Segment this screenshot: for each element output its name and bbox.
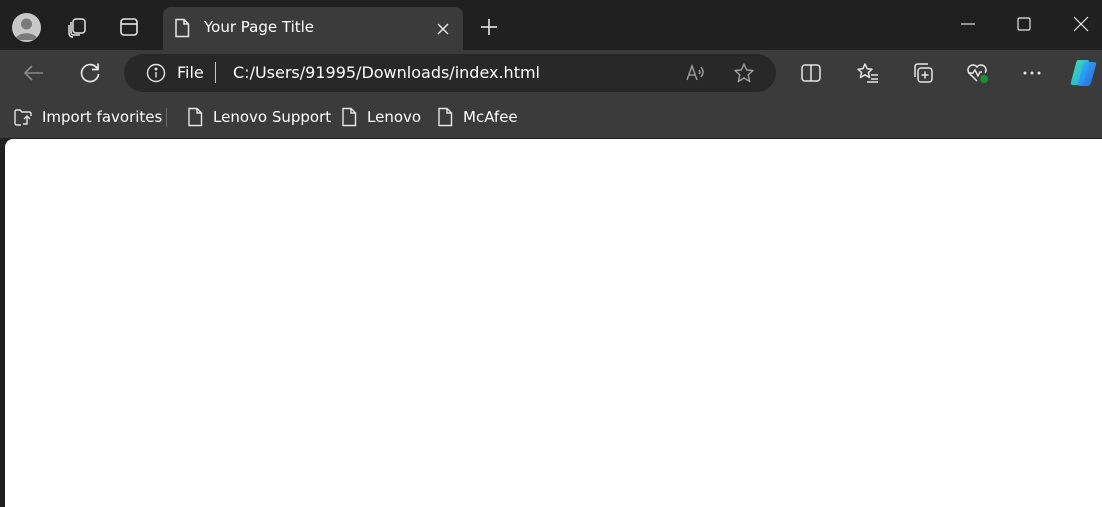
- split-screen-button[interactable]: [799, 61, 823, 85]
- title-bar: Your Page Title: [0, 0, 1102, 50]
- close-icon: [1073, 16, 1089, 32]
- back-button[interactable]: [20, 59, 48, 87]
- browser-essentials-button[interactable]: [965, 61, 991, 85]
- refresh-icon: [80, 63, 100, 83]
- favorites-button[interactable]: [856, 61, 880, 85]
- favorites-item-lenovo-support[interactable]: Lenovo Support: [186, 106, 331, 128]
- window-close-button[interactable]: [1070, 13, 1092, 35]
- settings-more-button[interactable]: [1020, 61, 1044, 85]
- workspaces-button[interactable]: [65, 15, 89, 39]
- favorites-item-import[interactable]: Import favorites: [13, 106, 162, 128]
- back-arrow-icon: [23, 65, 43, 81]
- page-icon: [342, 107, 357, 127]
- maximize-icon: [1017, 17, 1031, 31]
- read-aloud-icon[interactable]: [685, 62, 707, 84]
- favorites-bar: Import favorites Lenovo Support Lenovo M…: [0, 96, 1102, 138]
- collections-icon: [914, 63, 933, 83]
- collections-button[interactable]: [911, 61, 935, 85]
- favorites-item-lenovo[interactable]: Lenovo: [340, 106, 421, 128]
- url-text[interactable]: C:/Users/91995/Downloads/index.html: [233, 63, 540, 82]
- close-tab-button[interactable]: [433, 19, 453, 39]
- profile-icon: [15, 18, 38, 40]
- favorites-item-label: Lenovo: [367, 108, 422, 126]
- page-icon: [188, 107, 203, 127]
- heart-pulse-icon: [967, 64, 989, 84]
- plus-icon: [481, 19, 497, 35]
- workspaces-icon: [68, 18, 86, 38]
- active-tab[interactable]: Your Page Title: [163, 7, 463, 50]
- tab-actions-icon: [120, 18, 138, 36]
- new-tab-button[interactable]: [478, 16, 500, 38]
- vertical-tabs-button[interactable]: [117, 15, 141, 39]
- navigation-toolbar: File C:/Users/91995/Downloads/index.html: [0, 50, 1102, 96]
- address-bar[interactable]: File C:/Users/91995/Downloads/index.html: [124, 54, 776, 92]
- tab-title: Your Page Title: [204, 18, 315, 36]
- more-dots-icon: [1023, 71, 1041, 75]
- minimize-button[interactable]: [957, 13, 979, 35]
- favorites-item-label: Lenovo Support: [213, 108, 332, 126]
- page-icon: [175, 18, 190, 38]
- star-icon[interactable]: [733, 62, 755, 84]
- profile-avatar[interactable]: [12, 13, 41, 42]
- scheme-label: File: [177, 63, 204, 82]
- copilot-button[interactable]: [1067, 58, 1099, 88]
- address-divider: [215, 62, 216, 83]
- page-content[interactable]: [5, 139, 1102, 507]
- close-icon: [437, 23, 449, 35]
- favorites-item-label: McAfee: [463, 108, 518, 126]
- minimize-icon: [961, 23, 975, 25]
- split-screen-icon: [801, 64, 821, 82]
- page-icon: [438, 107, 453, 127]
- favorites-list-icon: [857, 63, 878, 83]
- favorites-item-mcafee[interactable]: McAfee: [436, 106, 518, 128]
- copilot-icon: [1070, 60, 1097, 86]
- reload-button[interactable]: [76, 59, 104, 87]
- favorites-item-label: Import favorites: [42, 108, 163, 126]
- info-icon[interactable]: [146, 63, 166, 83]
- favorites-divider: [166, 108, 167, 127]
- maximize-button[interactable]: [1013, 13, 1035, 35]
- import-favorites-icon: [14, 109, 32, 126]
